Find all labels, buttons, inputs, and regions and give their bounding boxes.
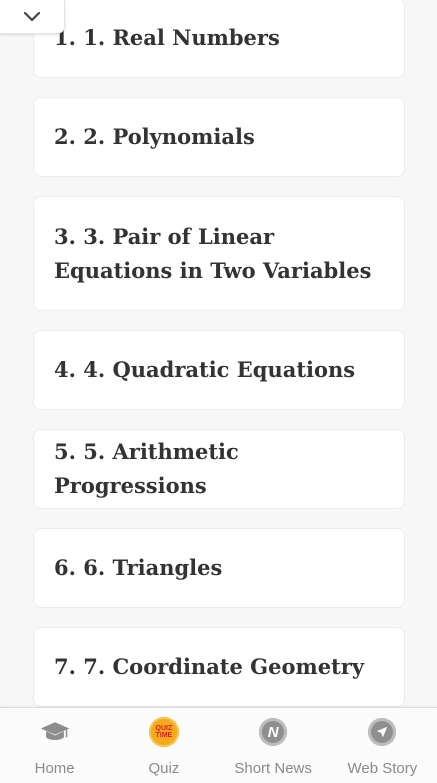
chapter-label: 6. 6. Triangles xyxy=(54,555,223,580)
n-logo-glyph: N xyxy=(267,723,279,741)
nav-web-story-label: Web Story xyxy=(347,760,418,777)
n-logo-icon: N xyxy=(257,716,289,748)
chapter-label: 3. 3. Pair of Linear Equations in Two Va… xyxy=(54,223,372,283)
nav-short-news-label: Short News xyxy=(234,760,312,777)
nav-short-news[interactable]: N Short News xyxy=(219,708,328,783)
chapter-label: 1. 1. Real Numbers xyxy=(54,25,280,50)
quiz-badge-text: TIME xyxy=(155,732,173,739)
chapter-item-coordinate-geometry[interactable]: 7. 7. Coordinate Geometry xyxy=(33,627,405,707)
nav-home[interactable]: Home xyxy=(0,708,109,783)
chapter-item-quadratic-equations[interactable]: 4. 4. Quadratic Equations xyxy=(33,330,405,410)
nav-home-label: Home xyxy=(34,760,75,777)
bottom-navigation: Home QUIZ TIME Quiz N Short News Web Sto… xyxy=(0,707,437,783)
chevron-down-icon xyxy=(23,11,41,21)
chapter-label: 5. 5. Arithmetic Progressions xyxy=(54,439,239,498)
chapter-item-triangles[interactable]: 6. 6. Triangles xyxy=(33,528,405,608)
chapter-label: 2. 2. Polynomials xyxy=(54,124,255,149)
chapter-item-polynomials[interactable]: 2. 2. Polynomials xyxy=(33,97,405,177)
graduation-cap-icon xyxy=(39,716,71,748)
chapter-label: 4. 4. Quadratic Equations xyxy=(54,357,356,382)
quiz-badge-text: QUIZ xyxy=(155,725,173,732)
nav-quiz-label: Quiz xyxy=(148,760,180,777)
chapter-item-real-numbers[interactable]: 1. 1. Real Numbers xyxy=(33,0,405,78)
chapter-item-arithmetic-progressions[interactable]: 5. 5. Arithmetic Progressions xyxy=(33,429,405,509)
navigation-arrow-icon xyxy=(366,716,398,748)
collapse-button[interactable] xyxy=(0,0,65,34)
nav-quiz[interactable]: QUIZ TIME Quiz xyxy=(109,708,218,783)
quiz-time-icon: QUIZ TIME xyxy=(148,716,180,748)
nav-web-story[interactable]: Web Story xyxy=(328,708,437,783)
chapter-label: 7. 7. Coordinate Geometry xyxy=(54,654,365,679)
chapter-item-linear-equations[interactable]: 3. 3. Pair of Linear Equations in Two Va… xyxy=(33,196,405,311)
